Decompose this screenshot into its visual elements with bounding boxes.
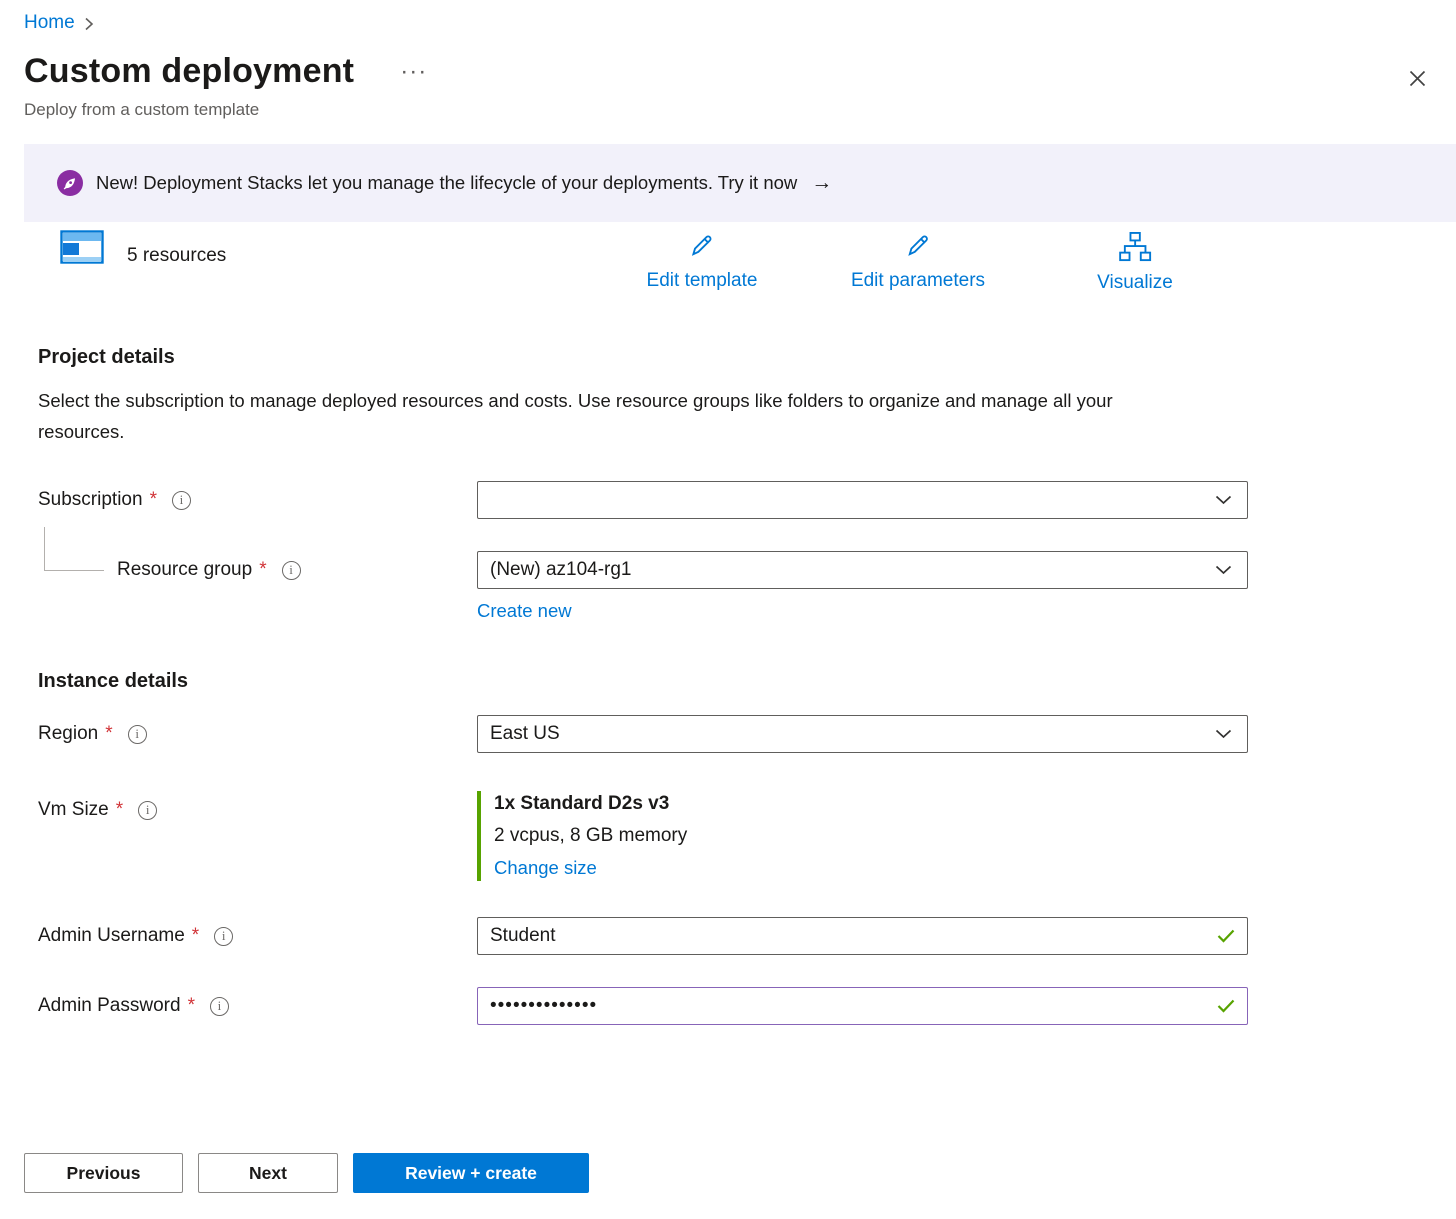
- admin-username-info-icon[interactable]: [214, 927, 233, 946]
- breadcrumb: Home: [24, 12, 1432, 34]
- valid-checkmark-icon: [1217, 999, 1235, 1013]
- subscription-info-icon[interactable]: [172, 491, 191, 510]
- admin-username-row: Admin Username *: [38, 917, 1432, 955]
- template-bar: 5 resources Edit template Edit parameter…: [24, 228, 1432, 302]
- subscription-row: Subscription *: [38, 481, 1432, 519]
- breadcrumb-home-link[interactable]: Home: [24, 12, 75, 34]
- resource-group-dropdown[interactable]: (New) az104-rg1: [477, 551, 1248, 589]
- subscription-required-mark: *: [150, 489, 157, 511]
- vm-size-info-icon[interactable]: [138, 801, 157, 820]
- template-resources: 5 resources: [60, 230, 226, 272]
- resources-icon: [60, 230, 106, 272]
- valid-checkmark-icon: [1217, 929, 1235, 943]
- vm-size-selection: 1x Standard D2s v3: [494, 793, 1248, 815]
- custom-deployment-page: Home Custom deployment ··· Deploy from a…: [0, 0, 1456, 1219]
- edit-parameters-button[interactable]: Edit parameters: [851, 232, 985, 292]
- breadcrumb-chevron-icon: [84, 17, 94, 31]
- subscription-label: Subscription *: [38, 481, 477, 519]
- region-dropdown[interactable]: East US: [477, 715, 1248, 753]
- title-row: Custom deployment ···: [24, 52, 1432, 91]
- banner-try-it-now-arrow[interactable]: →: [811, 171, 832, 195]
- vm-size-selection-block: 1x Standard D2s v3 2 vcpus, 8 GB memory …: [477, 791, 1248, 881]
- admin-password-label: Admin Password *: [38, 987, 477, 1025]
- admin-password-control: [477, 987, 1248, 1025]
- deployment-form: Project details Select the subscription …: [24, 346, 1432, 1025]
- close-button[interactable]: [1405, 66, 1430, 96]
- vm-size-required-mark: *: [116, 799, 123, 821]
- edit-template-button[interactable]: Edit template: [647, 232, 758, 292]
- instance-details-heading: Instance details: [38, 670, 1432, 693]
- region-control: East US: [477, 715, 1248, 753]
- admin-username-required-mark: *: [192, 925, 199, 947]
- subscription-dropdown[interactable]: [477, 481, 1248, 519]
- admin-password-required-mark: *: [188, 995, 195, 1017]
- region-label: Region *: [38, 715, 477, 753]
- admin-password-info-icon[interactable]: [210, 997, 229, 1016]
- resource-group-dropdown-value: (New) az104-rg1: [490, 559, 632, 581]
- rocket-icon: [57, 170, 83, 196]
- admin-username-input[interactable]: [477, 917, 1248, 955]
- close-icon: [1409, 74, 1426, 91]
- admin-password-label-text: Admin Password: [38, 995, 181, 1017]
- region-info-icon[interactable]: [128, 725, 147, 744]
- vm-size-row: Vm Size * 1x Standard D2s v3 2 vcpus, 8 …: [38, 791, 1432, 881]
- page-subtitle: Deploy from a custom template: [24, 100, 1432, 120]
- admin-username-control: [477, 917, 1248, 955]
- review-create-button[interactable]: Review + create: [353, 1153, 589, 1193]
- edit-template-label: Edit template: [647, 270, 758, 292]
- visualize-button[interactable]: Visualize: [1097, 232, 1173, 294]
- resource-group-required-mark: *: [259, 559, 266, 581]
- vm-size-specs: 2 vcpus, 8 GB memory: [494, 825, 1248, 847]
- region-required-mark: *: [105, 723, 112, 745]
- resource-group-row: Resource group * (New) az104-rg1 Create …: [38, 551, 1432, 622]
- subscription-label-text: Subscription: [38, 489, 143, 511]
- banner-message: New! Deployment Stacks let you manage th…: [96, 172, 797, 194]
- vm-size-label-text: Vm Size: [38, 799, 109, 821]
- resource-group-label-text: Resource group: [117, 559, 252, 581]
- admin-username-label-text: Admin Username: [38, 925, 185, 947]
- more-menu-button[interactable]: ···: [400, 60, 427, 84]
- chevron-down-icon: [1215, 565, 1232, 575]
- region-row: Region * East US: [38, 715, 1432, 753]
- region-dropdown-value: East US: [490, 723, 560, 745]
- create-new-link[interactable]: Create new: [477, 600, 572, 622]
- subscription-control: [477, 481, 1248, 519]
- next-button[interactable]: Next: [198, 1153, 338, 1193]
- vm-size-control: 1x Standard D2s v3 2 vcpus, 8 GB memory …: [477, 791, 1248, 881]
- admin-password-row: Admin Password *: [38, 987, 1432, 1025]
- visualize-label: Visualize: [1097, 272, 1173, 294]
- region-label-text: Region: [38, 723, 98, 745]
- project-details-heading: Project details: [38, 346, 1432, 369]
- admin-username-label: Admin Username *: [38, 917, 477, 955]
- edit-template-pencil-icon: [687, 232, 717, 265]
- footer-actions: Previous Next Review + create: [24, 1153, 1432, 1193]
- notification-banner: New! Deployment Stacks let you manage th…: [24, 144, 1456, 222]
- previous-button[interactable]: Previous: [24, 1153, 183, 1193]
- resource-group-info-icon[interactable]: [282, 561, 301, 580]
- visualize-diagram-icon: [1118, 232, 1152, 267]
- project-details-description: Select the subscription to manage deploy…: [38, 385, 1198, 447]
- resource-group-control: (New) az104-rg1 Create new: [477, 551, 1248, 622]
- chevron-down-icon: [1215, 729, 1232, 739]
- edit-parameters-pencil-icon: [903, 232, 933, 265]
- tree-connector-line: [44, 527, 104, 571]
- chevron-down-icon: [1215, 495, 1232, 505]
- vm-size-label: Vm Size *: [38, 791, 477, 829]
- admin-password-input[interactable]: [477, 987, 1248, 1025]
- resources-count-label: 5 resources: [127, 245, 226, 267]
- edit-parameters-label: Edit parameters: [851, 270, 985, 292]
- page-title: Custom deployment: [24, 52, 354, 91]
- change-size-link[interactable]: Change size: [494, 857, 597, 879]
